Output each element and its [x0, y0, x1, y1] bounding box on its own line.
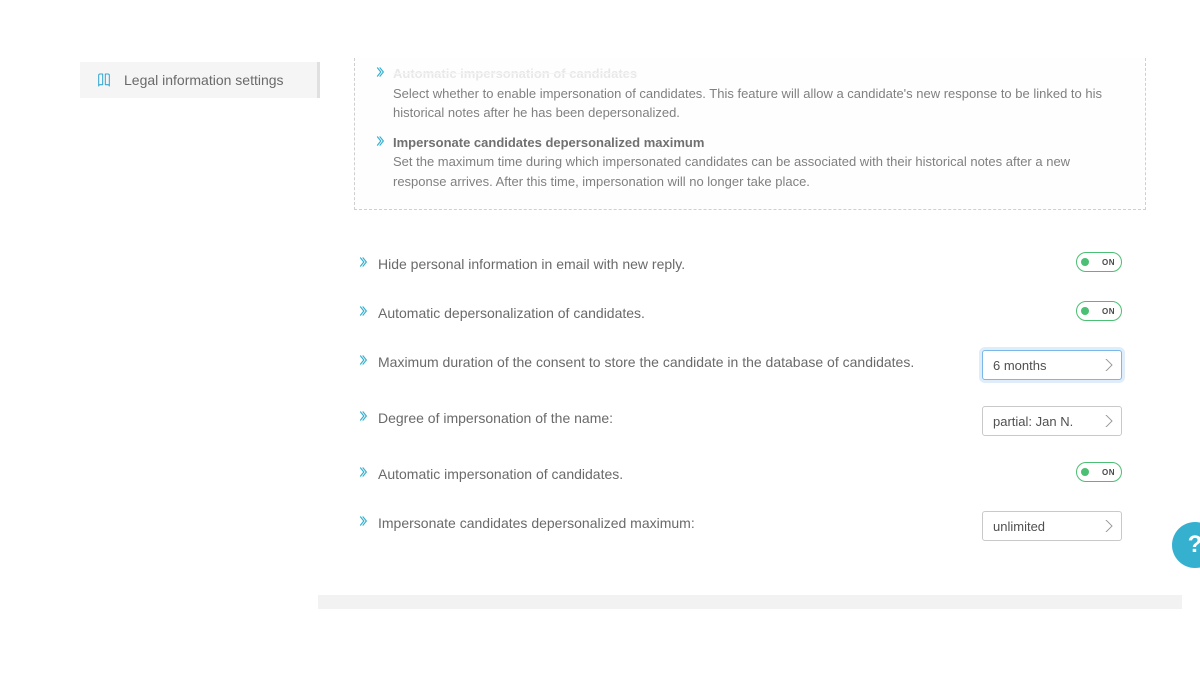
toggle-auto-depersonalize[interactable]: ON — [1076, 301, 1122, 321]
book-icon — [96, 72, 112, 88]
sidebar-item-legal[interactable]: Legal information settings — [80, 62, 320, 98]
toggle-state-label: ON — [1102, 468, 1115, 477]
help-item-body: Set the maximum time during which impers… — [393, 154, 1070, 189]
help-panel: Automatic impersonation of candidates Se… — [354, 58, 1146, 210]
setting-imp-dep-max: Impersonate candidates depersonalized ma… — [354, 499, 1146, 555]
select-imp-dep-max[interactable]: unlimited — [982, 511, 1122, 541]
sidebar: Legal information settings — [0, 62, 320, 639]
sidebar-item-label: Legal information settings — [124, 72, 284, 88]
help-item-title: Automatic impersonation of candidates — [393, 64, 1125, 84]
select-degree-impersonation[interactable]: partial: Jan N. — [982, 406, 1122, 436]
help-item-body: Select whether to enable impersonation o… — [393, 86, 1102, 121]
setting-hide-personal: Hide personal information in email with … — [354, 240, 1146, 289]
toggle-state-label: ON — [1102, 258, 1115, 267]
setting-label: Automatic depersonalization of candidate… — [378, 303, 1066, 324]
setting-label: Impersonate candidates depersonalized ma… — [378, 513, 972, 534]
chevron-right-icon — [358, 355, 368, 365]
toggle-dot — [1081, 468, 1089, 476]
setting-label: Degree of impersonation of the name: — [378, 408, 972, 429]
toggle-dot — [1081, 258, 1089, 266]
setting-degree-impersonation: Degree of impersonation of the name: par… — [354, 394, 1146, 450]
setting-auto-depersonalize: Automatic depersonalization of candidate… — [354, 289, 1146, 338]
setting-label: Hide personal information in email with … — [378, 254, 1066, 275]
toggle-dot — [1081, 307, 1089, 315]
help-item-title: Impersonate candidates depersonalized ma… — [393, 133, 1125, 153]
select-max-duration[interactable]: 6 months — [982, 350, 1122, 380]
chevron-right-icon — [358, 306, 368, 316]
setting-max-duration: Maximum duration of the consent to store… — [354, 338, 1146, 394]
chevron-right-icon — [358, 411, 368, 421]
chevron-right-icon — [375, 67, 385, 123]
chevron-right-icon — [375, 136, 385, 192]
chevron-right-icon — [358, 467, 368, 477]
setting-label: Maximum duration of the consent to store… — [378, 352, 972, 373]
main-content: Automatic impersonation of candidates Se… — [320, 62, 1200, 639]
chevron-right-icon — [358, 516, 368, 526]
footer-gap — [318, 595, 1182, 609]
toggle-hide-personal[interactable]: ON — [1076, 252, 1122, 272]
toggle-auto-impersonation[interactable]: ON — [1076, 462, 1122, 482]
chevron-right-icon — [358, 257, 368, 267]
setting-label: Automatic impersonation of candidates. — [378, 464, 1066, 485]
setting-auto-impersonation: Automatic impersonation of candidates. O… — [354, 450, 1146, 499]
footer-blank — [318, 609, 1182, 639]
help-fab-glyph: ? — [1188, 531, 1200, 559]
toggle-state-label: ON — [1102, 307, 1115, 316]
